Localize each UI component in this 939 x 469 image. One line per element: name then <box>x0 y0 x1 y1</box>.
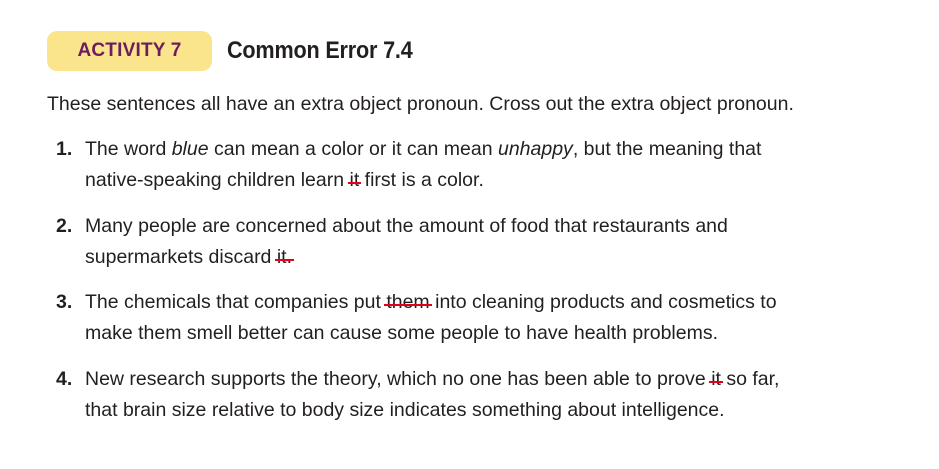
item-number: 4. <box>56 368 73 390</box>
item-text: New research supports the theory, which … <box>85 364 896 426</box>
item-number: 2. <box>56 215 73 237</box>
item-text: The word blue can mean a color or it can… <box>85 134 896 196</box>
instructions: These sentences all have an extra object… <box>47 93 794 115</box>
italic-word: unhappy <box>497 138 573 160</box>
item-text: Many people are concerned about the amou… <box>85 211 896 273</box>
activity-header: ACTIVITY 7 Common Error 7.4 <box>47 31 433 71</box>
italic-word: blue <box>171 138 209 160</box>
exercise-item-2: 2. Many people are concerned about the a… <box>56 211 896 273</box>
crossed-out-pronoun: them <box>384 287 433 318</box>
activity-title: Common Error 7.4 <box>227 37 413 64</box>
exercise-item-1: 1. The word blue can mean a color or it … <box>56 134 896 196</box>
item-text: The chemicals that companies put them in… <box>85 287 896 349</box>
crossed-out-pronoun: it <box>709 364 723 395</box>
crossed-out-pronoun: it <box>347 165 361 196</box>
item-number: 3. <box>56 291 73 313</box>
activity-badge: ACTIVITY 7 <box>47 31 212 71</box>
item-number: 1. <box>56 138 73 160</box>
crossed-out-pronoun: it. <box>274 242 295 273</box>
exercise-item-3: 3. The chemicals that companies put them… <box>56 287 896 349</box>
exercise-item-4: 4. New research supports the theory, whi… <box>56 364 896 426</box>
